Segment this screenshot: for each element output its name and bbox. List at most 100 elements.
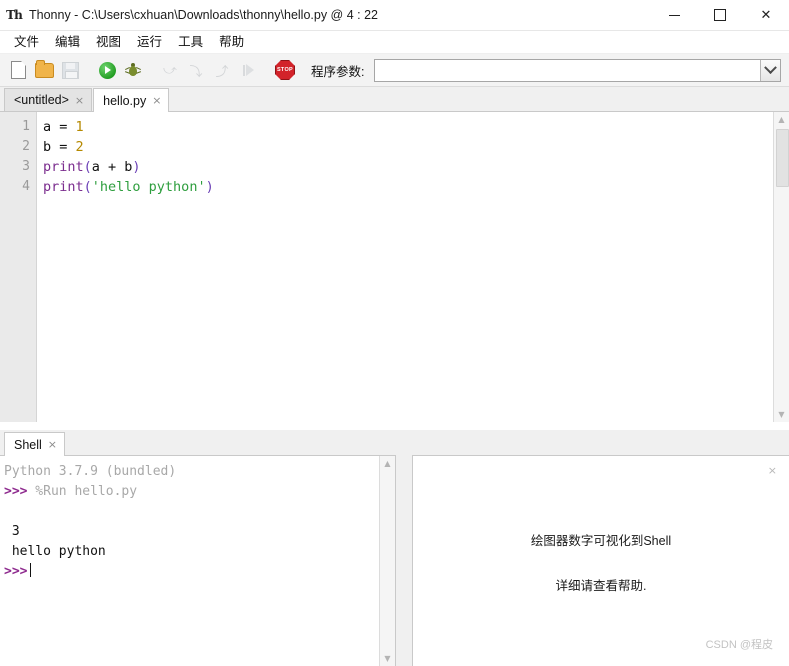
editor-scroll-track[interactable]: [774, 127, 789, 407]
save-icon: [61, 61, 79, 79]
editor-tab-label: hello.py: [103, 93, 147, 108]
resume-icon: [242, 64, 254, 76]
code-token: a =: [43, 119, 76, 135]
menu-view[interactable]: 视图: [88, 32, 129, 52]
step-into-icon: ⤵: [189, 64, 203, 80]
save-button[interactable]: [58, 58, 82, 82]
shell-text-caret: [30, 563, 32, 577]
code-token: print: [43, 179, 84, 195]
editor-code-area[interactable]: a = 1b = 2 print(a + b) print('hello pytho…: [37, 112, 773, 422]
assistant-message-line-2: 详细请查看帮助.: [555, 579, 647, 593]
editor-line-number-gutter: 1 2 3 4: [0, 112, 37, 422]
resume-button[interactable]: [236, 58, 260, 82]
title-bar: Th Thonny - C:\Users\cxhuan\Downloads\th…: [0, 0, 789, 31]
code-token: ): [205, 179, 214, 195]
menu-help[interactable]: 帮助: [211, 32, 252, 52]
line-number: 4: [22, 179, 30, 194]
editor-tab-untitled[interactable]: <untitled> ×: [4, 88, 93, 111]
shell-line: >>> %Run hello.py: [4, 482, 379, 502]
code-line: b = 2: [43, 137, 773, 157]
menu-tools[interactable]: 工具: [170, 32, 211, 52]
code-line: print(a + b): [43, 157, 773, 177]
program-arguments-label: 程序参数:: [311, 64, 365, 79]
scroll-up-icon[interactable]: ▲: [380, 456, 396, 471]
line-number: 1: [22, 119, 30, 134]
scroll-down-icon[interactable]: ▼: [774, 407, 789, 422]
shell-line: Python 3.7.9 (bundled): [4, 462, 379, 482]
chevron-down-icon: [764, 60, 777, 74]
open-folder-icon: [34, 59, 54, 78]
menu-run[interactable]: 运行: [129, 32, 170, 52]
stop-icon: STOP: [275, 60, 295, 80]
program-arguments-input[interactable]: [375, 59, 760, 81]
shell-tab[interactable]: Shell ×: [4, 432, 66, 456]
editor-tab-label: <untitled>: [14, 93, 69, 107]
code-editor[interactable]: 1 2 3 4 a = 1b = 2 print(a + b) print('hel…: [0, 112, 789, 422]
shell-token: %Run hello.py: [27, 484, 138, 499]
minimize-button[interactable]: [651, 0, 697, 30]
step-out-icon: ⤴: [215, 64, 229, 80]
line-number: 3: [22, 159, 30, 174]
editor-vertical-scrollbar[interactable]: ▲ ▼: [773, 112, 789, 422]
shell-tab-label: Shell: [14, 437, 42, 452]
shell-line: >>>: [4, 562, 379, 582]
lower-area: Shell × Python 3.7.9 (bundled) >>> %Run h…: [0, 430, 789, 666]
maximize-button[interactable]: [697, 0, 743, 30]
shell-scroll-track[interactable]: [380, 471, 396, 651]
shell-line: 3: [4, 522, 379, 542]
assistant-close-icon[interactable]: ×: [768, 464, 777, 477]
line-number: 2: [22, 139, 30, 154]
minimize-icon: [668, 14, 680, 16]
code-token: 1: [75, 119, 84, 135]
editor-tab-hello-py[interactable]: hello.py ×: [93, 88, 170, 112]
editor-scroll-thumb[interactable]: [775, 129, 789, 187]
watermark: CSDN @程皮: [705, 639, 773, 651]
editor-tab-close-icon[interactable]: ×: [152, 94, 161, 107]
scroll-up-icon[interactable]: ▲: [774, 112, 789, 127]
shell-output[interactable]: Python 3.7.9 (bundled) >>> %Run hello.py …: [0, 456, 379, 666]
shell-token: 3: [4, 524, 20, 539]
code-token: print: [43, 159, 84, 175]
new-file-button[interactable]: [6, 58, 30, 82]
close-icon: ✕: [760, 7, 772, 23]
close-button[interactable]: ✕: [743, 0, 789, 30]
assistant-message-line-1: 绘图器数字可视化到Shell: [530, 534, 672, 548]
step-out-button[interactable]: ⤴: [210, 58, 234, 82]
debug-button[interactable]: [121, 58, 145, 82]
run-icon: [98, 61, 116, 79]
step-over-button[interactable]: ⤻: [158, 58, 182, 82]
open-file-button[interactable]: [32, 58, 56, 82]
program-arguments-combobox[interactable]: [374, 58, 781, 82]
shell-token: >>>: [4, 484, 28, 499]
run-button[interactable]: [95, 58, 119, 82]
menu-edit[interactable]: 编辑: [47, 32, 88, 52]
editor-tab-close-icon[interactable]: ×: [75, 94, 84, 107]
code-token: 'hello python': [91, 179, 206, 195]
shell-panels: Python 3.7.9 (bundled) >>> %Run hello.py …: [0, 455, 789, 666]
shell-panel[interactable]: Python 3.7.9 (bundled) >>> %Run hello.py …: [0, 455, 396, 666]
toolbar: ⤻ ⤵ ⤴ STOP 程序参数:: [0, 54, 789, 87]
shell-token: Python 3.7.9 (bundled): [4, 464, 177, 479]
debug-bug-icon: [124, 62, 142, 78]
new-file-icon: [10, 61, 26, 79]
step-over-icon: ⤻: [163, 62, 177, 78]
scroll-down-icon[interactable]: ▼: [380, 651, 396, 666]
shell-tab-close-icon[interactable]: ×: [48, 438, 57, 451]
step-into-button[interactable]: ⤵: [184, 58, 208, 82]
menu-bar: 文件 编辑 视图 运行 工具 帮助: [0, 31, 789, 54]
shell-vertical-scrollbar[interactable]: ▲ ▼: [379, 456, 395, 666]
maximize-icon: [714, 9, 726, 21]
code-token: (: [83, 179, 92, 195]
editor-tabstrip: <untitled> × hello.py ×: [0, 87, 789, 112]
stop-button[interactable]: STOP: [273, 58, 297, 82]
shell-token: hello python: [4, 544, 106, 559]
code-token: a + b: [91, 159, 133, 175]
menu-file[interactable]: 文件: [6, 32, 47, 52]
shell-tabstrip: Shell ×: [0, 430, 789, 456]
assistant-message: 绘图器数字可视化到Shell 详细请查看帮助.: [413, 530, 789, 594]
shell-line: hello python: [4, 542, 379, 562]
window-controls: ✕: [651, 0, 789, 30]
code-token: 2: [75, 139, 84, 155]
program-arguments-dropdown-button[interactable]: [760, 59, 780, 81]
shell-token: >>>: [4, 564, 28, 579]
